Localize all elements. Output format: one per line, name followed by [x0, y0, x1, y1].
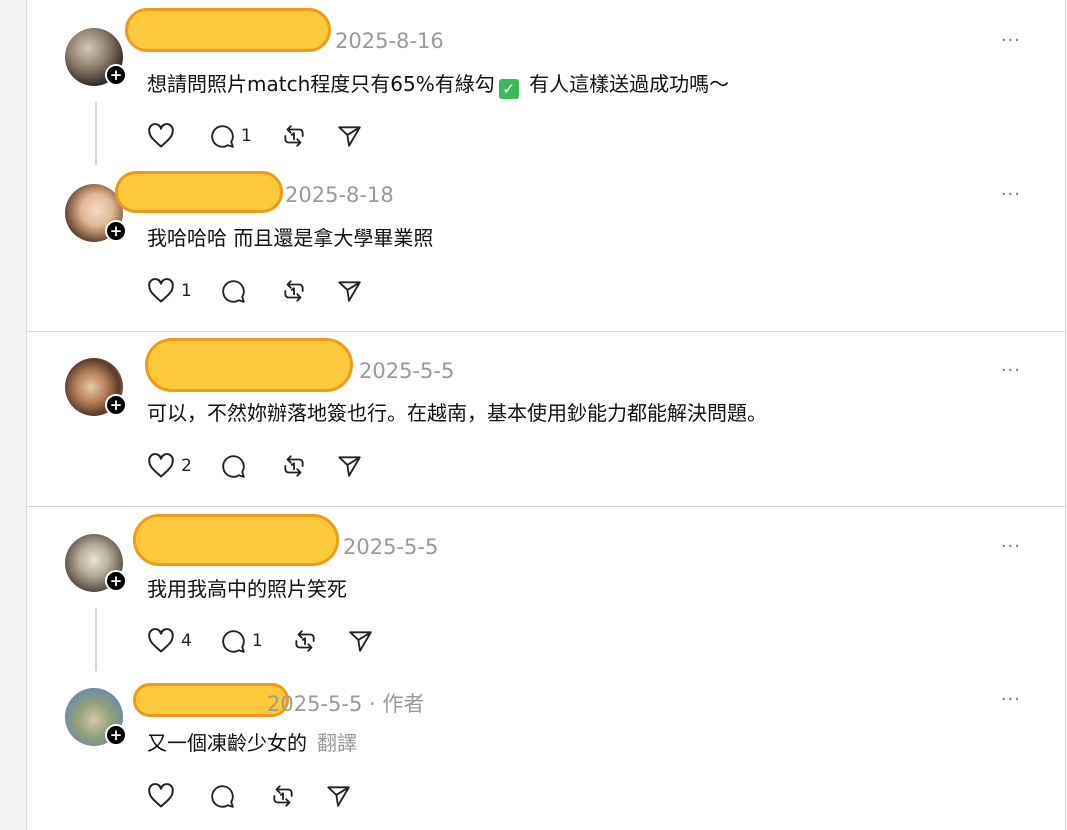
translate-link[interactable]: 翻譯	[317, 731, 357, 755]
action-bar: 4 1	[147, 626, 401, 656]
like-count: 1	[181, 281, 192, 301]
redacted-username[interactable]	[115, 171, 283, 213]
like-button[interactable]	[147, 123, 181, 149]
action-bar: 1	[147, 276, 390, 306]
like-button[interactable]: 1	[147, 278, 192, 304]
more-options-button[interactable]: ···	[1001, 536, 1021, 557]
more-options-button[interactable]: ···	[1001, 30, 1021, 51]
post-text-body: 又一個凍齡少女的	[147, 731, 307, 755]
like-button[interactable]: 4	[147, 628, 192, 654]
comment-bubble-icon	[211, 785, 234, 808]
post-date: 2025-8-16	[335, 29, 444, 53]
heart-icon	[148, 123, 174, 148]
post-text: 可以，不然妳辦落地簽也行。在越南，基本使用鈔能力都能解決問題。	[147, 401, 767, 425]
repost-icon	[284, 455, 304, 477]
send-icon	[338, 126, 361, 147]
comment-bubble-icon	[222, 280, 245, 303]
post-date: 2025-8-18	[285, 183, 394, 207]
heart-icon	[148, 628, 174, 653]
like-button[interactable]: 2	[147, 453, 192, 479]
reply-count: 1	[251, 631, 263, 651]
repost-button[interactable]	[280, 453, 308, 479]
post-text: 我哈哈哈 而且還是拿大學畢業照	[147, 226, 434, 250]
send-icon	[338, 281, 361, 302]
repost-button[interactable]	[280, 123, 308, 149]
action-bar: 1	[147, 121, 390, 151]
thread-divider	[27, 331, 1065, 332]
action-bar	[147, 781, 379, 811]
comment-bubble-icon	[222, 630, 245, 653]
post-date: 2025-5-5 · 作者	[267, 692, 425, 716]
post-date: 2025-5-5	[343, 535, 439, 559]
repost-icon	[295, 630, 315, 652]
reply-button[interactable]	[209, 783, 241, 809]
share-button[interactable]	[336, 278, 362, 304]
redacted-username[interactable]	[145, 338, 353, 392]
post-date: 2025-5-5	[359, 359, 455, 383]
post-text: 又一個凍齡少女的 翻譯	[147, 727, 357, 756]
share-button[interactable]	[336, 123, 362, 149]
follow-plus-icon[interactable]: +	[105, 724, 127, 746]
like-button[interactable]	[147, 783, 181, 809]
like-count: 2	[181, 456, 192, 476]
heart-icon	[148, 453, 174, 478]
post-text: 我用我高中的照片笑死	[147, 577, 347, 601]
follow-plus-icon[interactable]: +	[105, 64, 127, 86]
repost-icon	[284, 280, 304, 302]
share-button[interactable]	[325, 783, 351, 809]
share-button[interactable]	[336, 453, 362, 479]
repost-icon	[284, 125, 304, 147]
repost-button[interactable]	[291, 628, 319, 654]
reply-button[interactable]	[220, 278, 252, 304]
like-count: 4	[181, 631, 192, 651]
post-text-part: 有人這樣送過成功嗎～	[522, 72, 730, 96]
redacted-username[interactable]	[133, 514, 339, 566]
thread-divider	[27, 506, 1065, 507]
more-options-button[interactable]: ···	[1001, 360, 1021, 381]
comment-bubble-icon	[222, 455, 245, 478]
send-icon	[348, 631, 372, 652]
more-options-button[interactable]: ···	[1001, 689, 1021, 710]
reply-button[interactable]: 1	[220, 628, 263, 654]
thread-line	[95, 102, 97, 165]
reply-count: 1	[241, 126, 252, 146]
comment-bubble-icon	[211, 125, 234, 148]
share-button[interactable]	[347, 628, 373, 654]
reply-button[interactable]: 1	[209, 123, 252, 149]
action-bar: 2	[147, 451, 390, 481]
check-mark-button-icon: ✓	[498, 79, 519, 99]
thread-line	[95, 608, 97, 671]
more-options-button[interactable]: ···	[1001, 184, 1021, 205]
follow-plus-icon[interactable]: +	[105, 394, 127, 416]
follow-plus-icon[interactable]: +	[105, 570, 127, 592]
heart-icon	[148, 783, 174, 808]
comment-feed: + 2025-8-16 ··· 想請問照片match程度只有65%有綠勾 ✓ 有人…	[26, 0, 1066, 830]
redacted-username[interactable]	[125, 8, 331, 52]
send-icon	[327, 786, 350, 807]
repost-icon	[273, 785, 293, 807]
post-text: 想請問照片match程度只有65%有綠勾 ✓ 有人這樣送過成功嗎～	[147, 68, 729, 99]
follow-plus-icon[interactable]: +	[105, 220, 127, 242]
repost-button[interactable]	[269, 783, 297, 809]
redacted-username[interactable]	[133, 683, 289, 717]
repost-button[interactable]	[280, 278, 308, 304]
reply-button[interactable]	[220, 453, 252, 479]
heart-icon	[148, 278, 174, 303]
send-icon	[338, 456, 361, 477]
post-text-part: 想請問照片match程度只有65%有綠勾	[147, 72, 495, 96]
